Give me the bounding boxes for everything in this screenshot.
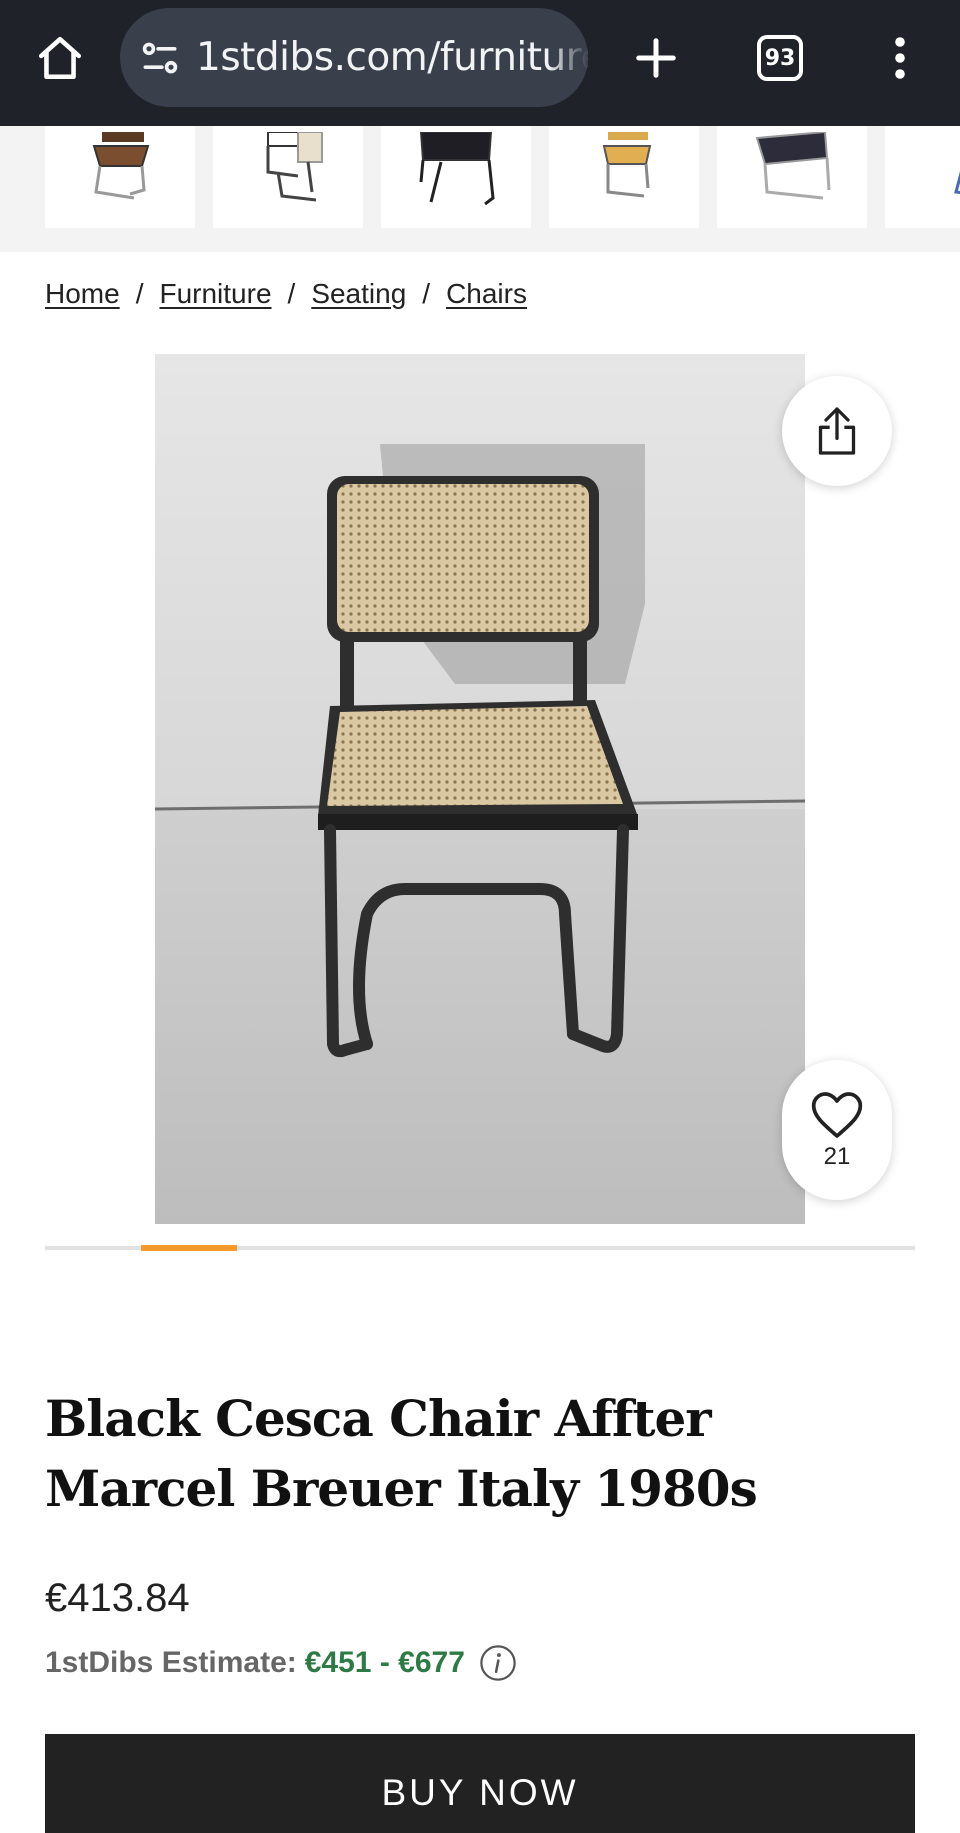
- url-text: 1stdibs.com/furniture: [196, 35, 588, 80]
- info-icon[interactable]: [479, 1644, 517, 1682]
- product-title: Black Cesca Chair Affter Marcel Breuer I…: [45, 1389, 758, 1518]
- share-button[interactable]: [782, 376, 892, 486]
- chair-thumbnail-image: [92, 132, 150, 200]
- product-price: €413.84: [45, 1576, 190, 1620]
- breadcrumb-home[interactable]: Home: [45, 278, 120, 310]
- chair-photo: [155, 354, 805, 1224]
- site-settings-icon[interactable]: [138, 36, 182, 80]
- share-icon: [818, 407, 856, 455]
- thumbnail-chair-blue[interactable]: [885, 126, 960, 228]
- favorite-count: 21: [823, 1143, 851, 1170]
- browser-toolbar: 1stdibs.com/furniture 93: [0, 0, 960, 126]
- more-menu-icon: [895, 37, 905, 79]
- breadcrumb: Home / Furniture / Seating / Chairs: [45, 278, 527, 310]
- tab-switcher-button[interactable]: 93: [752, 30, 808, 86]
- chair-thumbnail-image: [954, 171, 960, 195]
- breadcrumb-furniture[interactable]: Furniture: [159, 278, 271, 310]
- breadcrumb-separator: /: [422, 278, 431, 309]
- buy-now-button[interactable]: BUY NOW: [45, 1734, 915, 1833]
- carousel-progress: [45, 1245, 915, 1251]
- breadcrumb-separator: /: [287, 278, 296, 309]
- thumbnail-cantilever-chair[interactable]: [213, 126, 363, 228]
- breadcrumb-chairs[interactable]: Chairs: [446, 278, 527, 310]
- address-bar[interactable]: 1stdibs.com/furniture: [120, 8, 588, 107]
- estimate-range: €451 - €677: [304, 1646, 465, 1679]
- thumbnail-wassily-chair-black[interactable]: [381, 126, 531, 228]
- more-menu-button[interactable]: [880, 26, 920, 90]
- chair-thumbnail-image: [419, 132, 495, 206]
- url-fade: [548, 8, 588, 107]
- product-image[interactable]: [155, 354, 805, 1224]
- new-tab-icon: [636, 38, 676, 78]
- heart-icon: [811, 1092, 863, 1138]
- home-button[interactable]: [28, 26, 92, 90]
- thumbnail-strip: [0, 126, 960, 252]
- thumbnail-wassily-chair[interactable]: [717, 126, 867, 228]
- price-estimate: 1stDibs Estimate: €451 - €677: [45, 1644, 517, 1682]
- tab-count: 93: [757, 35, 803, 81]
- chair-thumbnail-image: [266, 132, 323, 202]
- thumbnail-cesca-chair-natural[interactable]: [549, 126, 699, 228]
- carousel-progress-fill: [141, 1245, 237, 1251]
- chair-thumbnail-image: [602, 132, 652, 198]
- breadcrumb-seating[interactable]: Seating: [311, 278, 406, 310]
- home-icon: [38, 36, 82, 80]
- thumbnail-cesca-chair-brown[interactable]: [45, 126, 195, 228]
- favorite-button[interactable]: 21: [782, 1060, 892, 1200]
- chair-thumbnail-image: [755, 132, 831, 200]
- new-tab-button[interactable]: [626, 26, 686, 90]
- estimate-label: 1stDibs Estimate:: [45, 1646, 297, 1679]
- breadcrumb-separator: /: [135, 278, 144, 309]
